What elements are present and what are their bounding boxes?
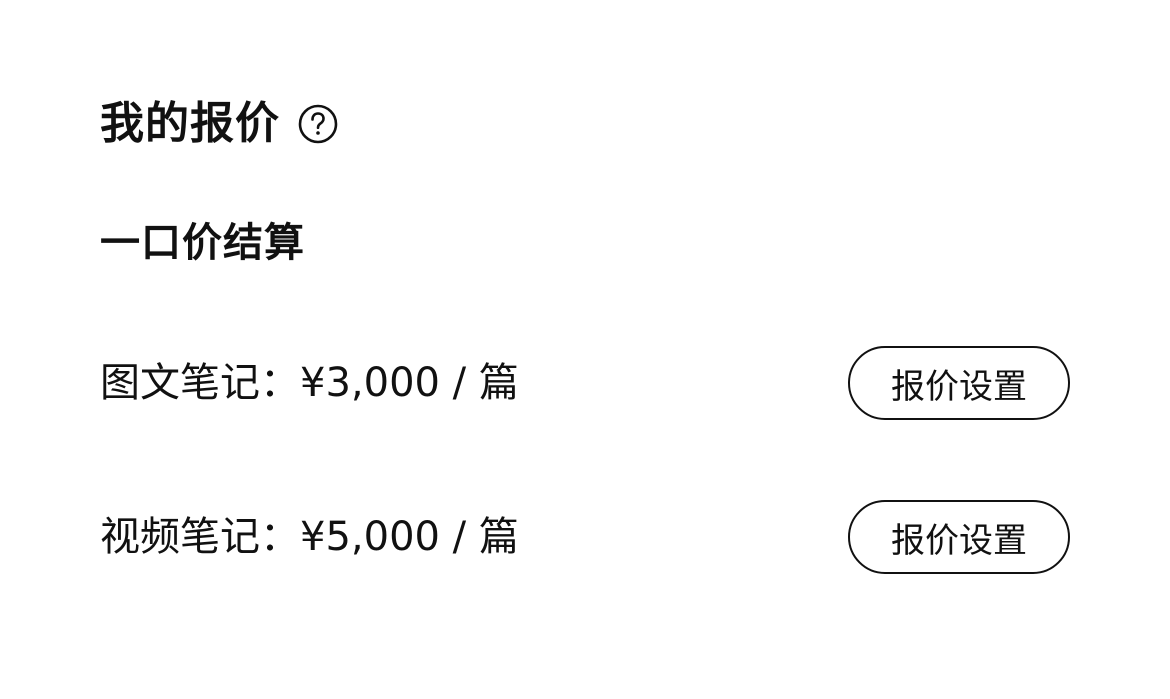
price-unit: / 篇 bbox=[439, 360, 519, 406]
price-amount: ¥3,000 bbox=[300, 360, 440, 406]
price-settings-button-video-note[interactable]: 报价设置 bbox=[848, 500, 1070, 574]
page-title: 我的报价 bbox=[100, 98, 280, 149]
header: 我的报价 bbox=[100, 96, 338, 152]
price-label: 视频笔记： bbox=[100, 514, 300, 560]
price-row-image-note: 图文笔记：¥3,000 / 篇 报价设置 bbox=[100, 345, 1070, 421]
price-row-video-note: 视频笔记：¥5,000 / 篇 报价设置 bbox=[100, 499, 1070, 575]
price-text: 视频笔记：¥5,000 / 篇 bbox=[100, 510, 519, 564]
price-label: 图文笔记： bbox=[100, 360, 300, 406]
price-settings-button-image-note[interactable]: 报价设置 bbox=[848, 346, 1070, 420]
pricing-section-title: 一口价结算 bbox=[100, 220, 305, 266]
question-circle-icon[interactable] bbox=[298, 104, 338, 144]
price-text: 图文笔记：¥3,000 / 篇 bbox=[100, 356, 519, 410]
price-unit: / 篇 bbox=[439, 514, 519, 560]
price-amount: ¥5,000 bbox=[300, 514, 440, 560]
